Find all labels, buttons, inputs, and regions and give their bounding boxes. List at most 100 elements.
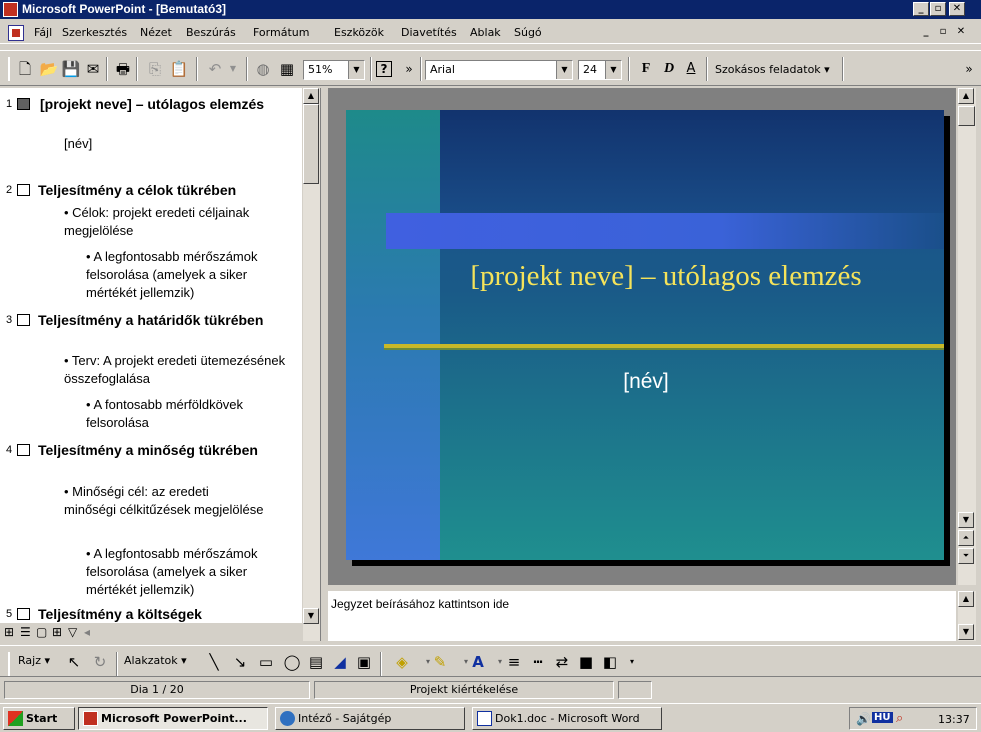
slide-canvas[interactable]: [projekt neve] – utólagos elemzés [név] [346, 110, 944, 560]
chevron-down-icon[interactable]: ▼ [348, 61, 364, 79]
menu-view[interactable]: Nézet [140, 26, 172, 39]
select-objects-icon[interactable]: ↖ [64, 651, 84, 673]
bold-button[interactable]: F [635, 58, 657, 80]
web-icon[interactable]: ◍ [252, 58, 274, 80]
language-indicator[interactable]: HU [872, 712, 893, 723]
scroll-up-icon[interactable]: ▲ [958, 88, 974, 104]
font-combo[interactable]: Arial ▼ [425, 60, 573, 80]
toolbar-overflow-icon[interactable]: » [958, 58, 980, 80]
menu-edit[interactable]: Szerkesztés [62, 26, 127, 39]
paste-icon[interactable]: 📋 [168, 58, 190, 80]
pane-splitter[interactable] [320, 88, 328, 641]
doc-restore-button[interactable]: ▫ [935, 25, 951, 39]
taskbar-explorer[interactable]: Intéző - Sajátgép [275, 707, 465, 730]
fill-color-icon[interactable]: ◈ [392, 651, 412, 673]
rectangle-icon[interactable]: ▭ [256, 651, 276, 673]
outline-slide-title[interactable]: Teljesítmény a költségek [38, 605, 298, 623]
slideshow-icon[interactable]: ▽ [68, 625, 77, 639]
slide-icon[interactable] [17, 184, 30, 196]
scroll-down-icon[interactable]: ▼ [958, 624, 974, 640]
chevron-down-icon[interactable]: ▾ [622, 651, 642, 673]
outline-bullet[interactable]: • A legfontosabb mérőszámok felsorolása … [86, 545, 298, 599]
speaker-icon[interactable]: 🔊 [856, 712, 871, 726]
slide-icon[interactable] [17, 98, 30, 110]
outline-slide-title[interactable]: Teljesítmény a minőség tükrében [38, 441, 268, 459]
document-icon[interactable] [8, 25, 24, 41]
outline-bullet[interactable]: • A legfontosabb mérőszámok felsorolása … [86, 248, 298, 302]
line-icon[interactable]: ╲ [204, 651, 224, 673]
taskbar-powerpoint[interactable]: Microsoft PowerPoint... [78, 707, 268, 730]
oval-icon[interactable]: ◯ [282, 651, 302, 673]
outline-scrollbar[interactable]: ▲ ▼ [303, 88, 320, 641]
slide-view-icon[interactable]: ▢ [36, 625, 47, 639]
powerpoint-app-icon[interactable] [3, 2, 18, 17]
slide-icon[interactable] [17, 314, 30, 326]
arrow-style-icon[interactable]: ⇄ [552, 651, 572, 673]
outline-slide-title[interactable]: Teljesítmény a határidők tükrében [38, 311, 278, 329]
slide-title[interactable]: [projekt neve] – utólagos elemzés [406, 260, 926, 292]
next-slide-icon[interactable]: ⏷ [958, 548, 974, 564]
save-icon[interactable]: 💾 [60, 58, 82, 80]
open-icon[interactable]: 📂 [38, 58, 60, 80]
undo-dropdown-icon[interactable]: ▼ [222, 58, 244, 80]
line-color-icon[interactable]: ✎ [430, 651, 450, 673]
outline-slide-title[interactable]: [projekt neve] – utólagos elemzés [40, 95, 290, 113]
doc-minimize-button[interactable]: _ [918, 25, 934, 39]
outline-slide-title[interactable]: Teljesítmény a célok tükrében [38, 181, 298, 199]
wordart-icon[interactable]: ◢ [330, 651, 350, 673]
slide-subtitle[interactable]: [név] [526, 370, 766, 394]
free-rotate-icon[interactable]: ↻ [90, 651, 110, 673]
line-style-icon[interactable]: ≡ [504, 651, 524, 673]
shadow-icon[interactable]: ■ [576, 651, 596, 673]
clipart-icon[interactable]: ▣ [354, 651, 374, 673]
italic-button[interactable]: D [658, 58, 680, 80]
close-button[interactable]: ✕ [949, 2, 965, 16]
slide-icon[interactable] [17, 608, 30, 620]
chevron-down-icon[interactable]: ▼ [605, 61, 621, 79]
3d-icon[interactable]: ◧ [600, 651, 620, 673]
previous-slide-icon[interactable]: ⏶ [958, 530, 974, 546]
start-button[interactable]: Start [3, 707, 75, 730]
doc-close-button[interactable]: ✕ [953, 25, 969, 39]
outline-bullet[interactable]: [név] [64, 135, 92, 153]
slide-icon[interactable] [17, 444, 30, 456]
slide-scrollbar[interactable]: ▲ ▼ ⏶ ⏷ [958, 88, 976, 585]
dash-style-icon[interactable]: ┅ [528, 651, 548, 673]
scroll-down-icon[interactable]: ▼ [303, 608, 319, 624]
notes-placeholder[interactable]: Jegyzet beírásához kattintson ide [331, 597, 509, 611]
menu-tools[interactable]: Eszközök [334, 26, 384, 39]
menu-window[interactable]: Ablak [470, 26, 501, 39]
zoom-combo[interactable]: 51% ▼ [303, 60, 365, 80]
copy-icon[interactable]: ⎘ [144, 58, 166, 80]
arrow-icon[interactable]: ↘ [230, 651, 250, 673]
print-icon[interactable]: 🖶 [112, 58, 134, 80]
outline-bullet[interactable]: • Terv: A projekt eredeti ütemezésének ö… [64, 352, 290, 388]
menu-insert[interactable]: Beszúrás [186, 26, 236, 39]
outline-pane[interactable]: 1 [projekt neve] – utólagos elemzés [név… [0, 88, 302, 623]
notes-pane[interactable]: Jegyzet beírásához kattintson ide [328, 591, 956, 641]
search-icon[interactable]: ⌕ [896, 711, 903, 726]
menu-file[interactable]: Fájl [34, 26, 52, 39]
scroll-down-icon[interactable]: ▼ [958, 512, 974, 528]
underline-button[interactable]: A [680, 58, 702, 80]
menu-format[interactable]: Formátum [253, 26, 309, 39]
restore-button[interactable]: ▫ [930, 2, 946, 16]
font-size-combo[interactable]: 24 ▼ [578, 60, 622, 80]
table-icon[interactable]: ▦ [276, 58, 298, 80]
chevron-down-icon[interactable]: ▼ [556, 61, 572, 79]
scroll-thumb[interactable] [303, 104, 319, 184]
common-tasks-button[interactable]: Szokásos feladatok ▾ [715, 63, 830, 76]
font-color-icon[interactable]: A [468, 651, 488, 673]
scroll-up-icon[interactable]: ▲ [303, 88, 319, 104]
draw-menu-button[interactable]: Rajz ▾ [18, 654, 50, 667]
autoshapes-menu-button[interactable]: Alakzatok ▾ [124, 654, 187, 667]
scroll-up-icon[interactable]: ▲ [958, 591, 974, 607]
menu-slideshow[interactable]: Diavetítés [401, 26, 457, 39]
outline-bullet[interactable]: • Minőségi cél: az eredeti minőségi célk… [64, 483, 264, 519]
email-icon[interactable]: ✉ [82, 58, 104, 80]
new-icon[interactable]: 🗋 [14, 58, 36, 80]
help-icon[interactable]: ? [376, 61, 392, 77]
outline-bullet[interactable]: • Célok: projekt eredeti céljainak megje… [64, 204, 300, 240]
scroll-left-icon[interactable]: ◂ [84, 625, 90, 639]
minimize-button[interactable]: _ [913, 2, 929, 16]
